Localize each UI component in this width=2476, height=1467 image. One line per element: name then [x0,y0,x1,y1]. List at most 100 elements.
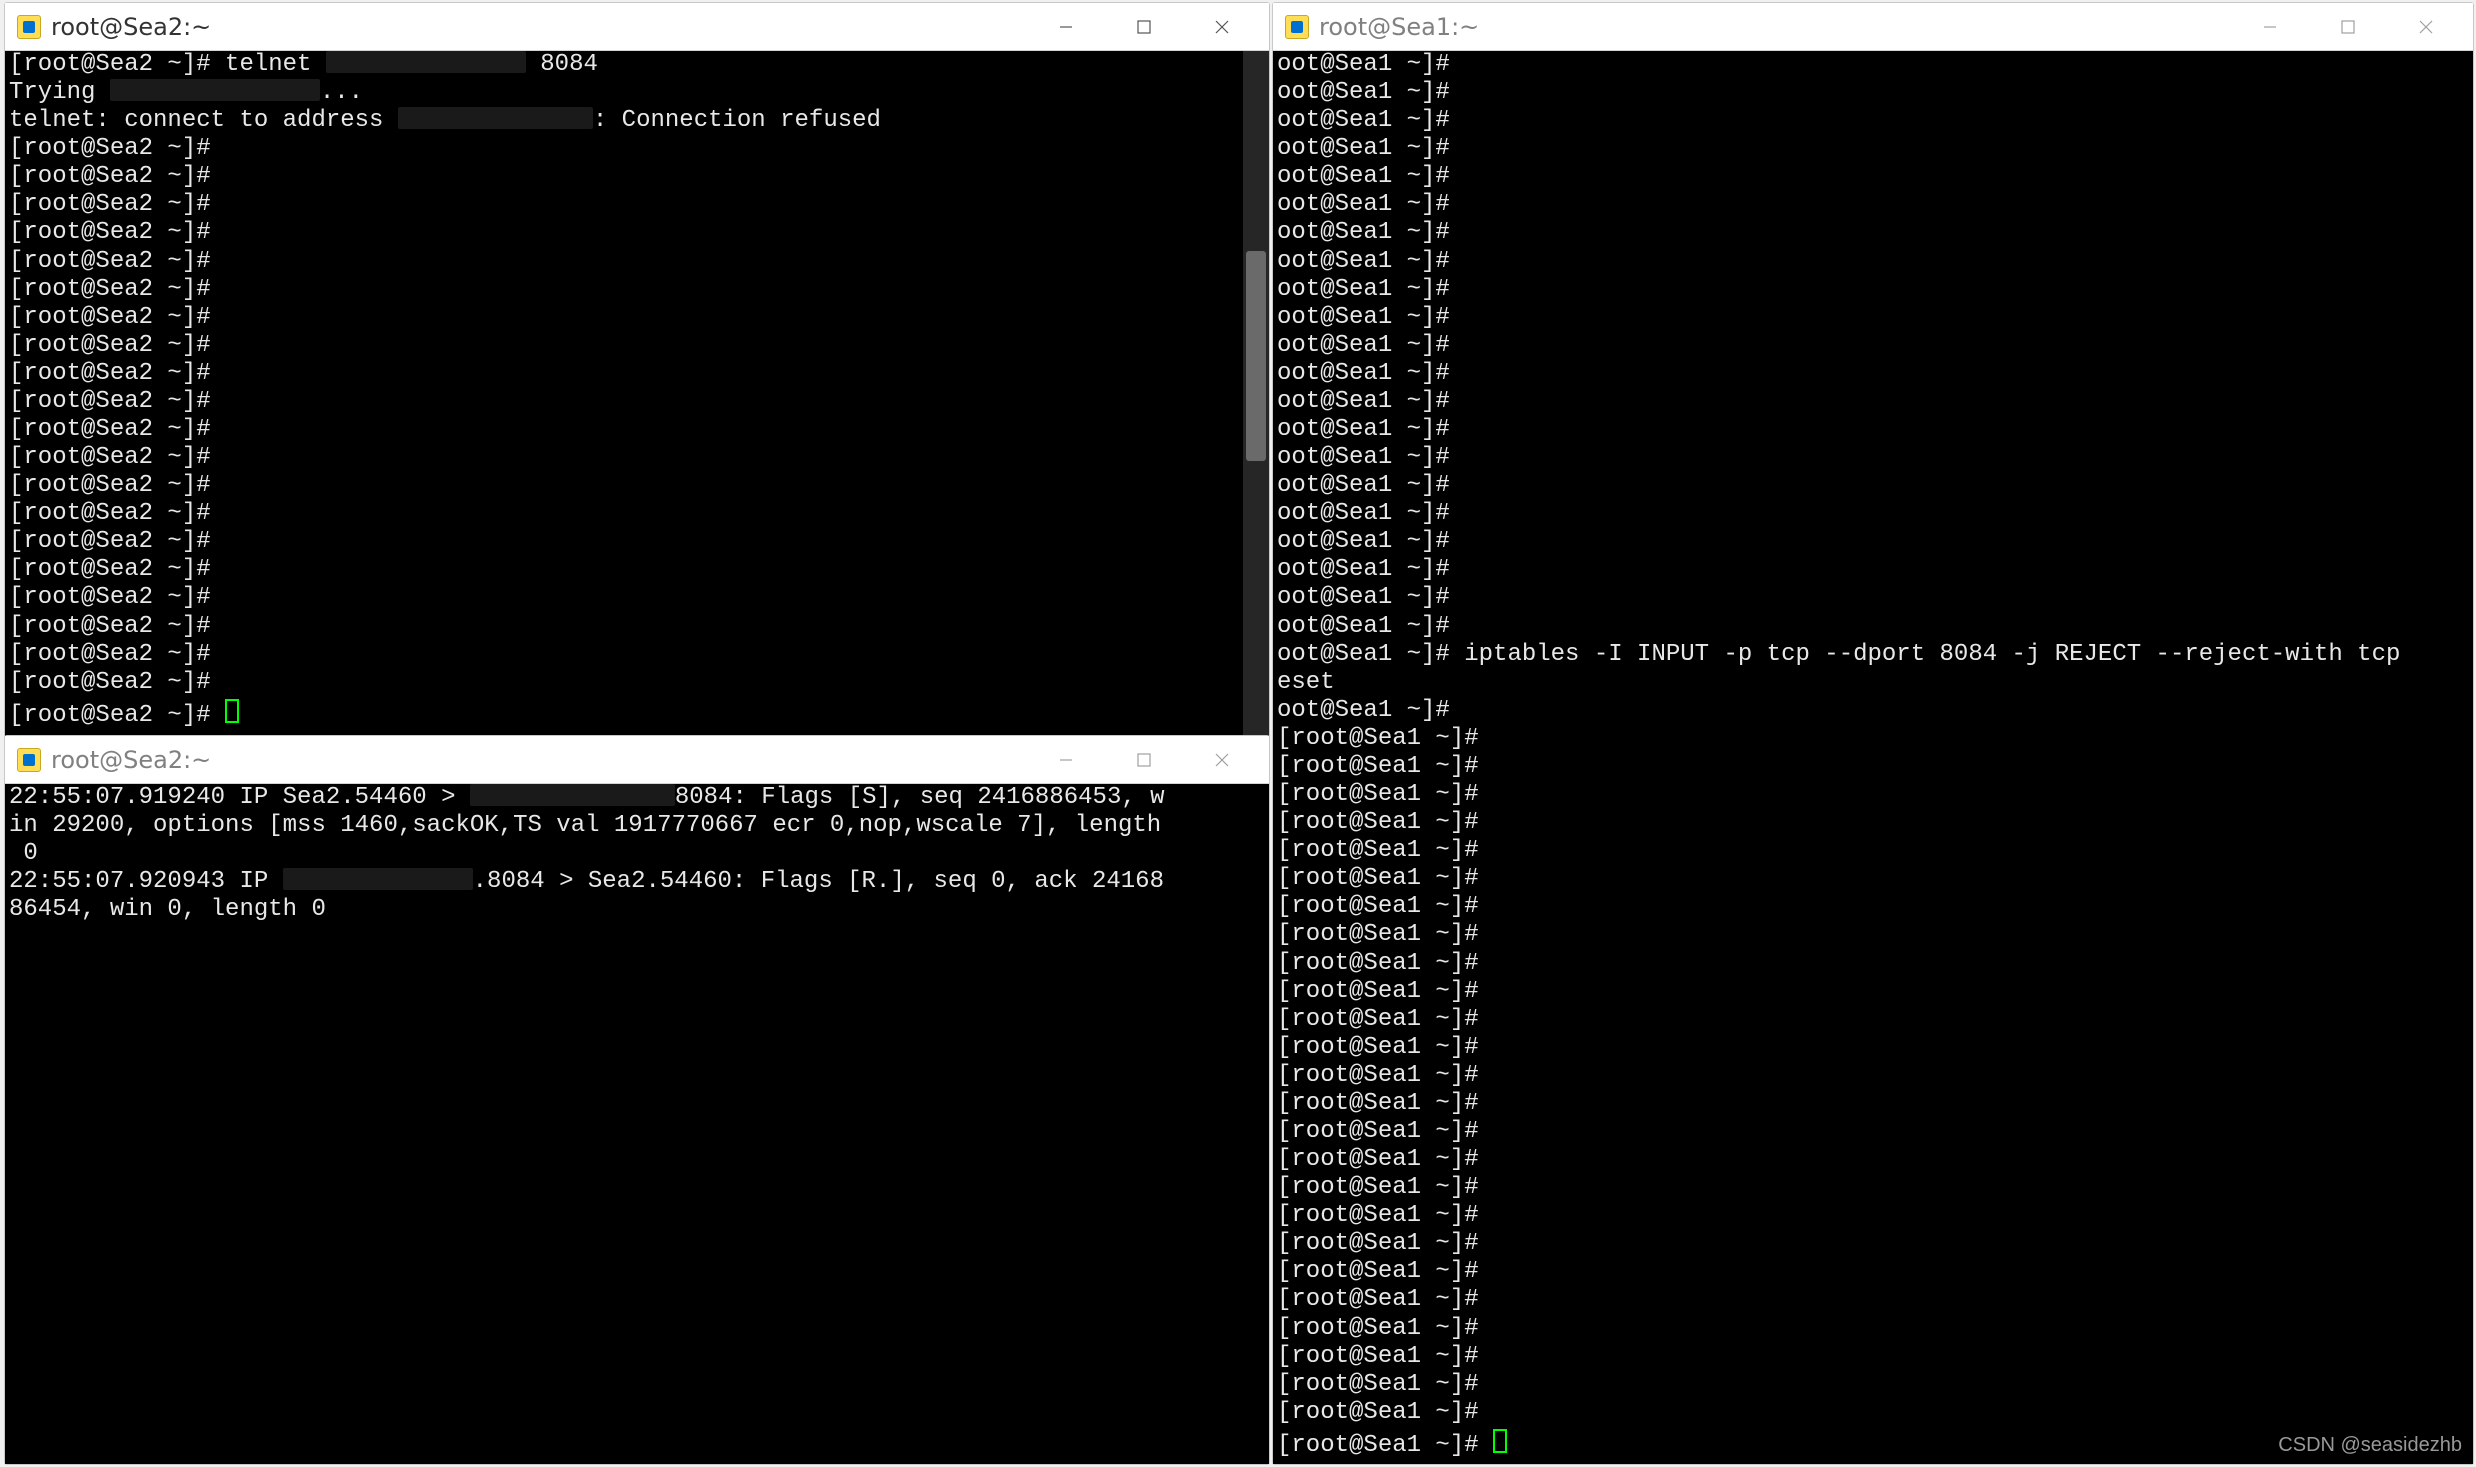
titlebar[interactable]: root@Sea1:~ [1273,3,2473,51]
watermark: CSDN @seasidezhb [2278,1434,2462,1457]
cursor [1493,1429,1507,1453]
terminal-line: oot@Sea1 ~]# [1277,219,2469,247]
titlebar[interactable]: root@Sea2:~ [5,3,1269,51]
terminal-line: [root@Sea1 ~]# [1277,978,2469,1006]
terminal-line: oot@Sea1 ~]# [1277,135,2469,163]
terminal-line: oot@Sea1 ~]# [1277,444,2469,472]
terminal-line: [root@Sea1 ~]# [1277,1146,2469,1174]
terminal-line: [root@Sea1 ~]# [1277,837,2469,865]
terminal-line: [root@Sea2 ~]# [9,388,1265,416]
terminal-line: [root@Sea1 ~]# [1277,921,2469,949]
terminal-line: oot@Sea1 ~]# [1277,584,2469,612]
terminal-line: [root@Sea1 ~]# [1277,781,2469,809]
terminal-line: [root@Sea1 ~]# [1277,1118,2469,1146]
terminal-line: telnet: connect to address : Connection … [9,107,1265,135]
terminal-line: [root@Sea2 ~]# [9,584,1265,612]
terminal-line: [root@Sea1 ~]# [1277,1315,2469,1343]
terminal-line: oot@Sea1 ~]# [1277,388,2469,416]
maximize-button[interactable] [1105,738,1183,782]
terminal-line: [root@Sea2 ~]# [9,304,1265,332]
window-controls [1027,738,1261,782]
terminal-line: [root@Sea1 ~]# [1277,1343,2469,1371]
window-controls [2231,5,2465,49]
terminal-line: [root@Sea1 ~]# [1277,1371,2469,1399]
terminal-line: oot@Sea1 ~]# iptables -I INPUT -p tcp --… [1277,641,2469,669]
terminal-line: [root@Sea2 ~]# [9,556,1265,584]
terminal-line: eset [1277,669,2469,697]
cursor [225,699,239,723]
terminal-line: Trying ... [9,79,1265,107]
terminal-line: 86454, win 0, length 0 [9,896,1265,924]
titlebar[interactable]: root@Sea2:~ [5,736,1269,784]
putty-icon [17,15,41,39]
putty-icon [1285,15,1309,39]
close-button[interactable] [1183,738,1261,782]
window-title: root@Sea2:~ [51,746,1017,774]
terminal-line: [root@Sea1 ~]# [1277,1090,2469,1118]
redacted-ip [110,79,320,101]
maximize-button[interactable] [2309,5,2387,49]
terminal-line: [root@Sea2 ~]# [9,248,1265,276]
terminal-line: [root@Sea1 ~]# [1277,753,2469,781]
minimize-button[interactable] [1027,5,1105,49]
terminal-line: 22:55:07.919240 IP Sea2.54460 > 8084: Fl… [9,784,1265,812]
terminal-body[interactable]: [root@Sea2 ~]# telnet 8084Trying ...teln… [5,51,1269,741]
terminal-line: oot@Sea1 ~]# [1277,697,2469,725]
terminal-line: [root@Sea1 ~]# [1277,1034,2469,1062]
terminal-body[interactable]: oot@Sea1 ~]#oot@Sea1 ~]#oot@Sea1 ~]#oot@… [1273,51,2473,1464]
terminal-line: oot@Sea1 ~]# [1277,500,2469,528]
redacted-ip [470,784,675,806]
terminal-line: oot@Sea1 ~]# [1277,163,2469,191]
terminal-line: oot@Sea1 ~]# [1277,248,2469,276]
terminal-line: oot@Sea1 ~]# [1277,276,2469,304]
terminal-line: oot@Sea1 ~]# [1277,556,2469,584]
terminal-line: [root@Sea2 ~]# [9,191,1265,219]
terminal-line: oot@Sea1 ~]# [1277,79,2469,107]
terminal-line: oot@Sea1 ~]# [1277,107,2469,135]
maximize-button[interactable] [1105,5,1183,49]
terminal-line: [root@Sea2 ~]# [9,528,1265,556]
terminal-line: [root@Sea1 ~]# [1277,809,2469,837]
terminal-line: [root@Sea1 ~]# [1277,1062,2469,1090]
terminal-line: [root@Sea2 ~]# [9,669,1265,697]
terminal-line: [root@Sea2 ~]# [9,163,1265,191]
window-controls [1027,5,1261,49]
terminal-line: oot@Sea1 ~]# [1277,360,2469,388]
terminal-line: [root@Sea2 ~]# [9,332,1265,360]
terminal-line: [root@Sea1 ~]# [1277,1286,2469,1314]
terminal-window-sea2-bottom[interactable]: root@Sea2:~ 22:55:07.919240 IP Sea2.5446… [4,735,1270,1465]
terminal-line: [root@Sea2 ~]# [9,500,1265,528]
close-button[interactable] [1183,5,1261,49]
redacted-ip [398,107,593,129]
terminal-line: [root@Sea1 ~]# [1277,1006,2469,1034]
window-title: root@Sea1:~ [1319,13,2221,41]
terminal-line: [root@Sea2 ~]# [9,276,1265,304]
terminal-line: 0 [9,840,1265,868]
terminal-line: [root@Sea2 ~]# [9,219,1265,247]
close-button[interactable] [2387,5,2465,49]
redacted-ip [283,868,473,890]
terminal-line: in 29200, options [mss 1460,sackOK,TS va… [9,812,1265,840]
terminal-line: 22:55:07.920943 IP .8084 > Sea2.54460: F… [9,868,1265,896]
terminal-line: [root@Sea1 ~]# [1277,1174,2469,1202]
terminal-line: [root@Sea1 ~]# [1277,893,2469,921]
terminal-window-sea2-top[interactable]: root@Sea2:~ [root@Sea2 ~]# telnet 8084Tr… [4,2,1270,742]
terminal-window-sea1[interactable]: root@Sea1:~ oot@Sea1 ~]#oot@Sea1 ~]#oot@… [1272,2,2474,1465]
minimize-button[interactable] [1027,738,1105,782]
scroll-thumb[interactable] [1246,251,1266,461]
terminal-line: oot@Sea1 ~]# [1277,528,2469,556]
terminal-line: oot@Sea1 ~]# [1277,191,2469,219]
terminal-line: [root@Sea1 ~]# [1277,1399,2469,1427]
terminal-line: oot@Sea1 ~]# [1277,613,2469,641]
terminal-line: [root@Sea1 ~]# [1277,1230,2469,1258]
terminal-line: [root@Sea2 ~]# telnet 8084 [9,51,1265,79]
terminal-body[interactable]: 22:55:07.919240 IP Sea2.54460 > 8084: Fl… [5,784,1269,1464]
terminal-line: [root@Sea2 ~]# [9,444,1265,472]
minimize-button[interactable] [2231,5,2309,49]
terminal-line: [root@Sea1 ~]# [1277,1202,2469,1230]
terminal-line: [root@Sea1 ~]# [1277,950,2469,978]
redacted-ip [326,51,526,73]
scrollbar[interactable] [1243,51,1269,741]
terminal-line: [root@Sea1 ~]# [1277,725,2469,753]
terminal-line: [root@Sea1 ~]# [1277,865,2469,893]
